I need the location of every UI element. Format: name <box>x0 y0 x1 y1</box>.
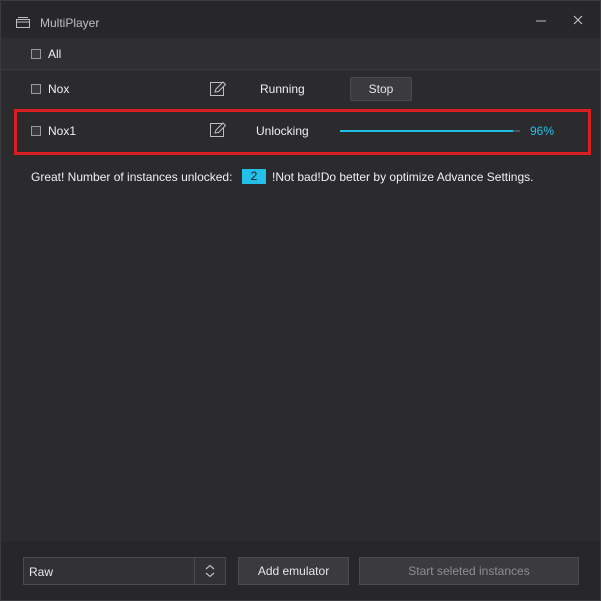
window-stack-icon <box>16 17 30 28</box>
highlight-box <box>14 109 591 155</box>
mode-select-value: Raw <box>29 565 54 579</box>
instance-status: Running <box>260 82 305 96</box>
multiplayer-window: MultiPlayer All Nox Running Stop Nox1 Un… <box>0 0 601 601</box>
add-emulator-button[interactable]: Add emulator <box>238 557 349 585</box>
close-icon[interactable] <box>571 13 585 27</box>
edit-icon[interactable] <box>210 81 227 97</box>
unlock-message-suffix: !Not bad!Do better by optimize Advance S… <box>272 170 534 184</box>
select-all-row: All <box>1 39 600 69</box>
start-selected-button[interactable]: Start seleted instances <box>359 557 579 585</box>
instance-row-nox: Nox Running <box>1 73 600 107</box>
select-all-checkbox[interactable] <box>31 49 41 59</box>
unlock-message-prefix: Great! Number of instances unlocked: <box>31 170 233 184</box>
instance-name: Nox <box>48 82 70 96</box>
divider <box>1 69 600 70</box>
unlocked-count-badge: 2 <box>242 169 266 184</box>
minimize-icon[interactable] <box>534 13 548 27</box>
mode-select[interactable]: Raw <box>23 557 226 585</box>
instance-checkbox[interactable] <box>31 84 41 94</box>
select-divider <box>194 558 195 584</box>
up-down-chevron-icon[interactable] <box>204 564 216 578</box>
stop-button[interactable]: Stop <box>350 77 412 101</box>
select-all-label: All <box>48 47 62 61</box>
title-bar: MultiPlayer <box>1 1 600 37</box>
window-title: MultiPlayer <box>40 16 100 30</box>
